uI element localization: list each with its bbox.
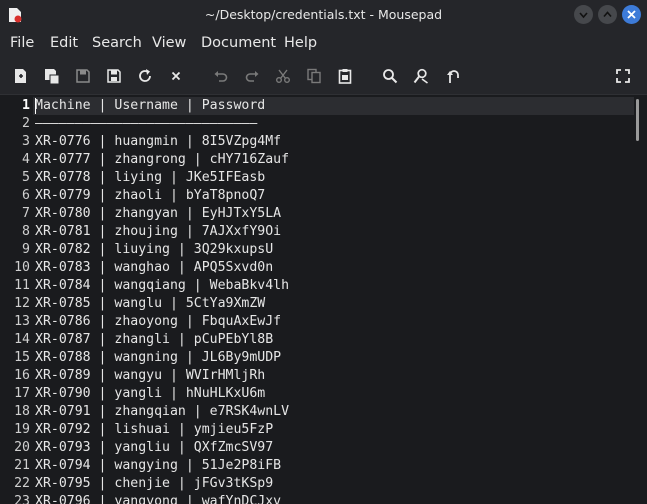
minimize-button[interactable]: [574, 5, 593, 24]
line-number: 3: [22, 134, 30, 149]
maximize-button[interactable]: [598, 5, 617, 24]
line-number: 7: [22, 206, 30, 221]
menu-help[interactable]: Help: [284, 35, 317, 51]
text-line[interactable]: XR-0788 | wangning | JL6By9mUDP: [35, 350, 281, 365]
close-icon: [171, 71, 181, 81]
minimize-icon: [579, 12, 588, 19]
close-window-icon: [627, 10, 636, 19]
go-to-line-icon: [447, 70, 459, 83]
text-line[interactable]: XR-0776 | huangmin | 8I5VZpg4Mf: [35, 134, 281, 149]
new-document-icon: [15, 69, 26, 83]
line-number: 5: [22, 170, 30, 185]
cut-button[interactable]: [274, 67, 292, 85]
fullscreen-button[interactable]: [614, 67, 632, 85]
search-icon: [383, 69, 398, 84]
text-line[interactable]: XR-0786 | zhaoyong | FbquAxEwJf: [35, 314, 281, 329]
line-number: 8: [22, 224, 30, 239]
line-number-gutter: 1 2 3 4 5 6 7 8 9 10 11 12 13 14 15 16 17 18 19 20 21 22 23: [0, 95, 33, 504]
search-button[interactable]: [381, 67, 399, 85]
line-number: 10: [14, 260, 30, 275]
text-line[interactable]: Machine | Username | Password: [35, 98, 265, 113]
line-number: 16: [14, 368, 30, 383]
text-editor-area[interactable]: 1 2 3 4 5 6 7 8 9 10 11 12 13 14 15 16 17 18 19 20 21 22 23 Ma…: [0, 95, 647, 504]
line-number: 14: [14, 332, 30, 347]
vertical-scrollbar[interactable]: [636, 99, 639, 141]
undo-icon: [214, 71, 228, 82]
text-line[interactable]: XR-0779 | zhaoli | bYaT8pnoQ7: [35, 188, 265, 203]
text-line[interactable]: XR-0785 | wanglu | 5CtYa9XmZW: [35, 296, 265, 311]
window-title: ~/Desktop/credentials.txt - Mousepad: [204, 7, 443, 22]
menu-file[interactable]: File: [10, 35, 34, 51]
close-document-button[interactable]: [167, 67, 185, 85]
line-number: 1: [22, 98, 30, 113]
menu-search[interactable]: Search: [92, 35, 142, 51]
new-window-icon: [45, 69, 60, 85]
close-window-button[interactable]: [622, 5, 641, 24]
line-number: 19: [14, 422, 30, 437]
go-to-line-button[interactable]: [443, 67, 461, 85]
paste-icon: [338, 69, 352, 84]
copy-button[interactable]: [305, 67, 323, 85]
maximize-icon: [603, 11, 612, 18]
text-line[interactable]: XR-0796 | yangyong | wafYnDCJxv: [35, 494, 281, 504]
save-icon: [76, 69, 90, 83]
line-number: 21: [14, 458, 30, 473]
title-bar: ~/Desktop/credentials.txt - Mousepad: [0, 0, 647, 30]
line-number: 18: [14, 404, 30, 419]
find-replace-icon: [413, 68, 428, 84]
paste-button[interactable]: [336, 67, 354, 85]
redo-button[interactable]: [243, 67, 261, 85]
text-line[interactable]: XR-0787 | zhangli | pCuPEbYl8B: [35, 332, 273, 347]
menu-bar: File Edit Search View Document Help: [0, 30, 647, 58]
text-line[interactable]: XR-0795 | chenjie | jFGv3tKSp9: [35, 476, 273, 491]
line-number: 23: [14, 494, 30, 504]
text-line[interactable]: ————————————————————————————: [35, 116, 257, 131]
menu-edit[interactable]: Edit: [50, 35, 78, 51]
line-number: 15: [14, 350, 30, 365]
save-as-button[interactable]: [105, 67, 123, 85]
line-number: 4: [22, 152, 30, 167]
text-line[interactable]: XR-0784 | wangqiang | WebaBkv4lh: [35, 278, 289, 293]
text-line[interactable]: XR-0792 | lishuai | ymjieu5FzP: [35, 422, 273, 437]
text-line[interactable]: XR-0793 | yangliu | QXfZmcSV97: [35, 440, 273, 455]
text-line[interactable]: XR-0778 | liying | JKe5IFEasb: [35, 170, 265, 185]
reload-icon: [139, 69, 151, 82]
line-number: 2: [22, 116, 30, 131]
redo-icon: [245, 71, 259, 82]
text-line[interactable]: XR-0777 | zhangrong | cHY716Zauf: [35, 152, 289, 167]
toolbar: [0, 58, 647, 95]
new-document-button[interactable]: [12, 67, 30, 85]
line-number: 9: [22, 242, 30, 257]
save-button[interactable]: [74, 67, 92, 85]
text-line[interactable]: XR-0782 | liuying | 3Q29kxupsU: [35, 242, 273, 257]
cut-icon: [276, 69, 290, 83]
text-line[interactable]: XR-0781 | zhoujing | 7AJXxfY9Oi: [35, 224, 281, 239]
line-number: 17: [14, 386, 30, 401]
line-number: 20: [14, 440, 30, 455]
copy-icon: [307, 68, 321, 84]
find-replace-button[interactable]: [412, 67, 430, 85]
new-window-button[interactable]: [43, 67, 61, 85]
save-as-icon: [107, 69, 121, 83]
text-cursor: [35, 98, 36, 114]
line-number: 13: [14, 314, 30, 329]
line-number: 12: [14, 296, 30, 311]
undo-button[interactable]: [212, 67, 230, 85]
text-line[interactable]: XR-0790 | yangli | hNuHLKxU6m: [35, 386, 265, 401]
text-line[interactable]: XR-0791 | zhangqian | e7RSK4wnLV: [35, 404, 289, 419]
line-number: 22: [14, 476, 30, 491]
text-line[interactable]: XR-0794 | wangying | 51Je2P8iFB: [35, 458, 281, 473]
fullscreen-icon: [616, 69, 630, 83]
text-line[interactable]: XR-0789 | wangyu | WVIrHMljRh: [35, 368, 265, 383]
menu-view[interactable]: View: [152, 35, 186, 51]
line-number: 6: [22, 188, 30, 203]
menu-document[interactable]: Document: [201, 35, 276, 51]
text-line[interactable]: XR-0780 | zhangyan | EyHJTxY5LA: [35, 206, 281, 221]
line-number: 11: [14, 278, 30, 293]
reload-button[interactable]: [136, 67, 154, 85]
text-line[interactable]: XR-0783 | wanghao | APQ5Sxvd0n: [35, 260, 273, 275]
